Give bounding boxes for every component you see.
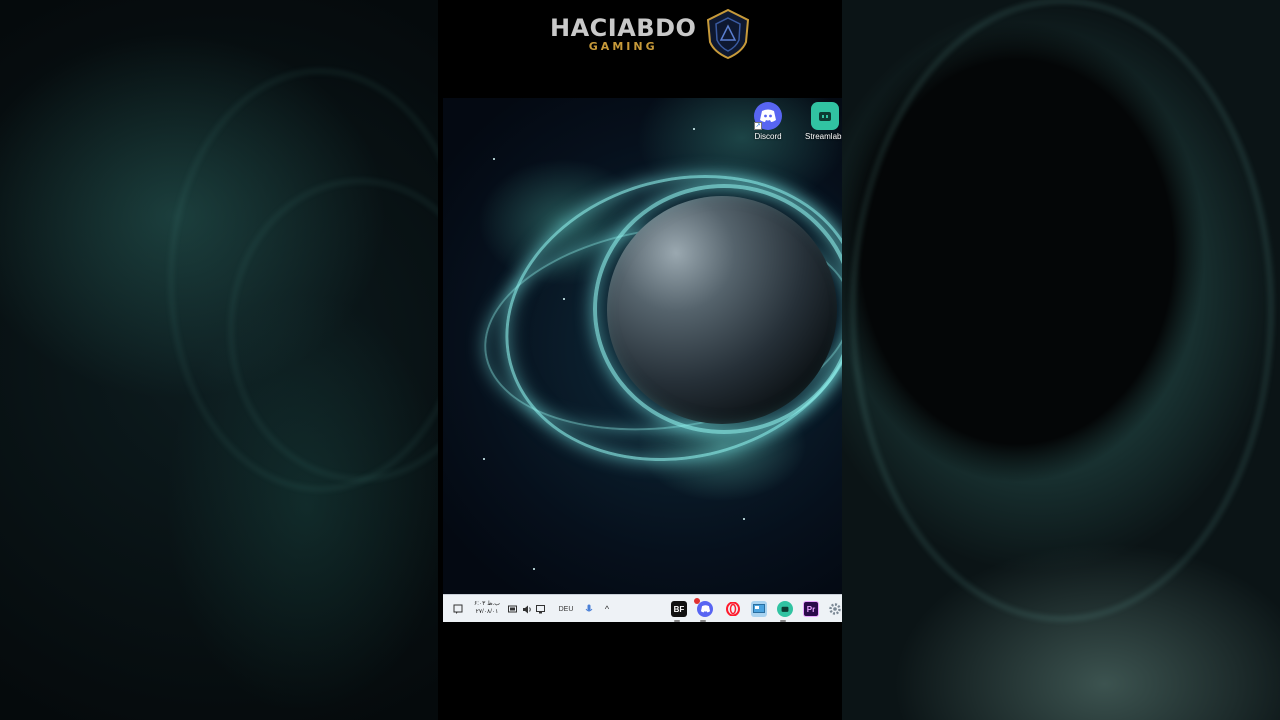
desktop-icon-discord[interactable]: ↗ Discord (748, 102, 788, 141)
battery-icon (508, 605, 517, 613)
network-icon (536, 604, 545, 613)
taskbar-app-premiere[interactable]: Pr (801, 599, 821, 619)
notification-badge (694, 598, 700, 604)
taskbar-app-settings[interactable] (827, 599, 842, 619)
star (563, 298, 565, 300)
energy-ring (593, 184, 842, 434)
control-panel-icon (751, 601, 767, 617)
streamlabs-icon (777, 601, 793, 617)
language-indicator[interactable]: DEU (555, 599, 577, 619)
channel-logo: HACIABDO GAMING (550, 8, 750, 60)
taskbar-app-streamlabs[interactable] (775, 599, 795, 622)
shortcut-arrow-icon: ↗ (754, 122, 762, 130)
right-backdrop (842, 0, 1280, 720)
volume-button[interactable] (521, 599, 533, 619)
star (743, 518, 745, 520)
taskbar-app-discord[interactable] (694, 598, 715, 622)
star (493, 158, 495, 160)
taskbar-clock[interactable]: ۶:۰۳ ب.ظ ۲۷/۰۸/۰۱ (467, 598, 507, 618)
star (693, 128, 695, 130)
network-button[interactable] (535, 599, 547, 619)
opera-icon (725, 601, 741, 617)
bf-icon: BF (671, 601, 687, 617)
discord-icon (694, 598, 713, 617)
left-backdrop (0, 0, 438, 720)
taskbar-app-control-panel[interactable] (749, 599, 769, 619)
microphone-icon (585, 604, 593, 612)
running-indicator (674, 620, 680, 622)
shield-icon (707, 8, 750, 60)
taskbar-app-bf[interactable]: BF (669, 599, 689, 622)
notification-icon (453, 604, 463, 614)
discord-icon: ↗ (754, 102, 782, 130)
desktop-icon-label: Discord (754, 132, 782, 141)
star (533, 568, 535, 570)
tray-overflow-button[interactable]: ^ (601, 599, 613, 619)
brand-text: HACIABDO GAMING (550, 15, 696, 53)
desktop-icon-label: Streamlabs (805, 132, 842, 141)
premiere-icon: Pr (803, 601, 819, 617)
brand-title: HACIABDO (550, 14, 697, 42)
backdrop-swirl (852, 0, 1272, 620)
streamlabs-icon (811, 102, 839, 130)
microphone-button[interactable] (583, 599, 595, 619)
notifications-button[interactable] (451, 599, 465, 619)
desktop-icon-streamlabs[interactable]: Streamlabs (805, 102, 842, 141)
clock-date: ۲۷/۰۸/۰۱ (475, 609, 499, 615)
gear-icon (827, 601, 842, 617)
taskbar-app-opera[interactable] (723, 599, 743, 619)
running-indicator (780, 620, 786, 622)
battery-button[interactable] (507, 599, 519, 619)
video-column: HACIABDO GAMING ↗ Discord Streamlabs ۶:۰… (438, 0, 842, 720)
clock-time: ۶:۰۳ ب.ظ (474, 601, 500, 607)
brand-subtitle: GAMING (588, 40, 658, 53)
speaker-icon (523, 605, 531, 613)
star (483, 458, 485, 460)
desktop-wallpaper: ↗ Discord Streamlabs (443, 98, 842, 594)
running-indicator (700, 620, 706, 622)
taskbar: ۶:۰۳ ب.ظ ۲۷/۰۸/۰۱ DEU ^ BF Pr (443, 594, 842, 622)
